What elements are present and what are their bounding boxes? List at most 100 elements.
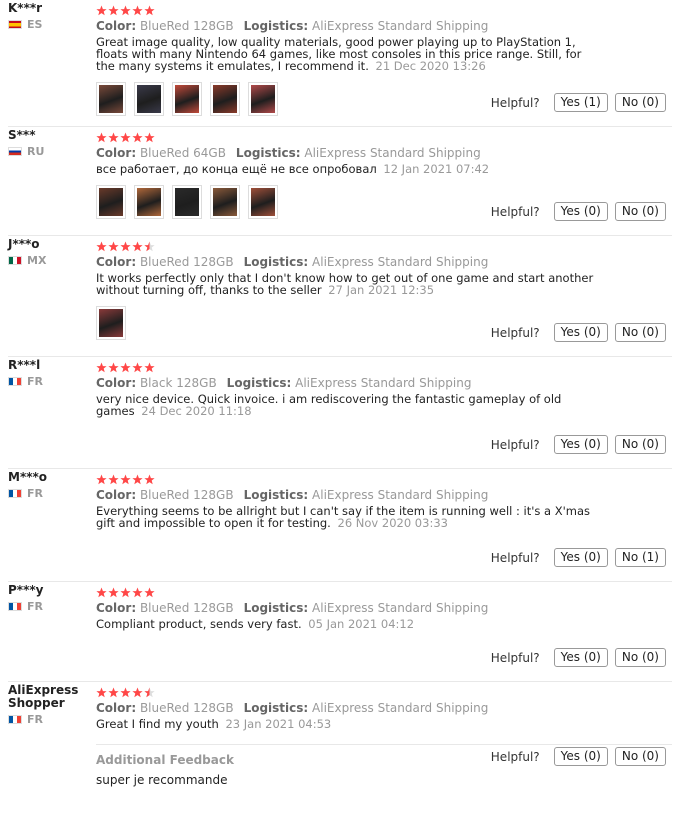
reviewer-name: R***l (8, 358, 41, 372)
helpful-label: Helpful? (490, 325, 540, 340)
review-photo-thumbnail[interactable] (248, 82, 278, 116)
logistics-value: AliExpress Standard Shipping (312, 255, 489, 269)
review-body: Great image quality, low quality materia… (96, 35, 582, 73)
helpful-label: Helpful? (490, 650, 540, 665)
logistics-value: AliExpress Standard Shipping (312, 701, 489, 715)
helpful-no-button[interactable]: No (0) (614, 202, 666, 221)
country-flag-icon (8, 377, 22, 386)
helpful-label: Helpful? (490, 749, 540, 764)
color-value: BlueRed 128GB (139, 701, 234, 715)
logistics-label: Logistics: (243, 255, 309, 269)
star-icon (132, 362, 143, 373)
review-photo-thumbnail[interactable] (172, 82, 202, 116)
country-code: ES (27, 18, 43, 31)
country-flag-icon (8, 256, 22, 265)
review-date: 26 Nov 2020 03:33 (337, 516, 448, 530)
sku-info: Color: BlueRed 64GB Logistics: AliExpress… (96, 145, 672, 161)
color-label: Color: (96, 19, 137, 33)
review-photo-thumbnail[interactable] (134, 185, 164, 219)
color-label: Color: (96, 376, 137, 390)
star-rating (96, 240, 672, 252)
star-rating (96, 361, 672, 373)
color-value: BlueRed 64GB (139, 146, 226, 160)
reviewer-country: FR (8, 375, 96, 388)
sku-info: Color: BlueRed 128GB Logistics: AliExpres… (96, 600, 672, 616)
helpful-yes-button[interactable]: Yes (0) (553, 323, 608, 342)
logistics-label: Logistics: (243, 601, 309, 615)
logistics-label: Logistics: (243, 488, 309, 502)
helpful-yes-button[interactable]: Yes (0) (553, 747, 608, 766)
color-label: Color: (96, 255, 137, 269)
star-icon (120, 241, 131, 252)
review-item: M***o FR Color: BlueRed 128GB Logistics: Al… (8, 469, 672, 582)
helpful-vote: Helpful? Yes (1) No (0) (491, 93, 666, 112)
review-photo-thumbnail[interactable] (134, 82, 164, 116)
review-photo-thumbnail[interactable] (248, 185, 278, 219)
star-icon (132, 587, 143, 598)
review-photo-thumbnail[interactable] (96, 306, 126, 340)
star-icon (120, 362, 131, 373)
helpful-yes-button[interactable]: Yes (0) (553, 435, 608, 454)
star-icon (144, 362, 155, 373)
review-date: 12 Jan 2021 07:42 (383, 162, 490, 176)
helpful-no-button[interactable]: No (1) (614, 548, 666, 567)
helpful-no-button[interactable]: No (0) (614, 747, 666, 766)
reviewer-country: FR (8, 487, 96, 500)
review-text: It works perfectly only that I don't kno… (96, 272, 596, 296)
star-icon (108, 132, 119, 143)
helpful-yes-button[interactable]: Yes (1) (553, 93, 608, 112)
star-icon (96, 687, 107, 698)
sku-info: Color: BlueRed 128GB Logistics: AliExpres… (96, 487, 672, 503)
reviews-list: K***r ES Color: BlueRed 128GB Logistics: Al… (0, 0, 684, 822)
sku-info: Color: BlueRed 128GB Logistics: AliExpres… (96, 700, 672, 716)
color-value: BlueRed 128GB (139, 19, 234, 33)
star-icon (96, 362, 107, 373)
color-value: BlueRed 128GB (139, 488, 234, 502)
helpful-yes-button[interactable]: Yes (0) (553, 548, 608, 567)
helpful-yes-button[interactable]: Yes (0) (553, 648, 608, 667)
color-value: Black 128GB (139, 376, 217, 390)
review-date: 24 Dec 2020 11:18 (141, 404, 252, 418)
review-photo-thumbnail[interactable] (96, 82, 126, 116)
star-icon (108, 5, 119, 16)
review-date: 27 Jan 2021 12:35 (328, 283, 435, 297)
reviewer-country: MX (8, 254, 96, 267)
logistics-value: AliExpress Standard Shipping (312, 19, 489, 33)
star-rating (96, 4, 672, 16)
country-code: FR (27, 713, 43, 726)
review-text: Compliant product, sends very fast. 05 J… (96, 618, 596, 630)
helpful-no-button[interactable]: No (0) (614, 648, 666, 667)
star-icon (96, 587, 107, 598)
logistics-value: AliExpress Standard Shipping (312, 601, 489, 615)
review-date: 23 Jan 2021 04:53 (225, 717, 332, 731)
helpful-no-button[interactable]: No (0) (614, 435, 666, 454)
star-icon (120, 474, 131, 485)
reviewer-country: FR (8, 600, 96, 613)
color-label: Color: (96, 488, 137, 502)
helpful-yes-button[interactable]: Yes (0) (553, 202, 608, 221)
country-code: FR (27, 375, 43, 388)
star-rating (96, 131, 672, 143)
star-icon (132, 132, 143, 143)
star-icon (144, 132, 155, 143)
helpful-no-button[interactable]: No (0) (614, 323, 666, 342)
reviewer-name: K***r (8, 1, 43, 15)
star-icon (120, 687, 131, 698)
review-photo-thumbnail[interactable] (210, 82, 240, 116)
review-date: 05 Jan 2021 04:12 (308, 617, 415, 631)
reviewer-name: M***o (8, 470, 48, 484)
country-code: RU (27, 145, 45, 158)
sku-info: Color: Black 128GB Logistics: AliExpress … (96, 375, 672, 391)
helpful-no-button[interactable]: No (0) (614, 93, 666, 112)
review-photo-thumbnail[interactable] (210, 185, 240, 219)
review-photo-thumbnail[interactable] (172, 185, 202, 219)
country-flag-icon (8, 147, 22, 156)
star-icon (108, 474, 119, 485)
sku-info: Color: BlueRed 128GB Logistics: AliExpres… (96, 254, 672, 270)
country-flag-icon (8, 602, 22, 611)
review-text: Everything seems to be allright but I ca… (96, 505, 596, 529)
review-photo-thumbnail[interactable] (96, 185, 126, 219)
color-label: Color: (96, 601, 137, 615)
review-item: AliExpress Shopper FR Color: BlueRed 128GB… (8, 682, 672, 822)
star-icon (120, 5, 131, 16)
